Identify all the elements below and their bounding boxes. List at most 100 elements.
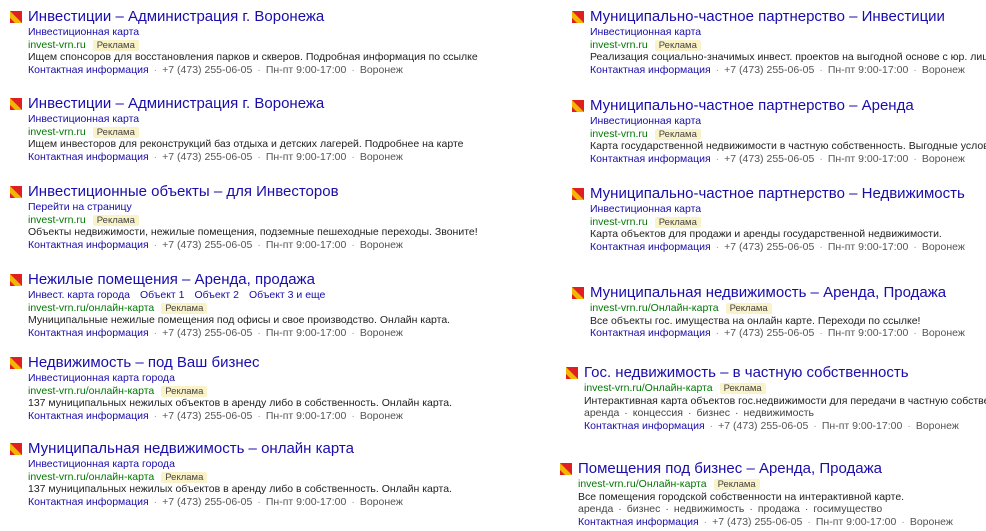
ad-tag[interactable]: концессия — [633, 407, 683, 419]
separator-dot: · — [618, 503, 622, 515]
ad-url[interactable]: invest-vrn.ru — [590, 39, 648, 51]
ad-title-row: Нежилые помещения – Аренда, продажа — [10, 271, 480, 289]
contact-info-link[interactable]: Контактная информация — [28, 64, 149, 76]
sitelink[interactable]: Инвестиционная карта города — [28, 372, 175, 384]
contact-info-link[interactable]: Контактная информация — [590, 64, 711, 76]
contact-info-link[interactable]: Контактная информация — [584, 420, 705, 432]
contact-phone: +7 (473) 255-06-05 — [162, 326, 253, 339]
ad-url[interactable]: invest-vrn.ru — [590, 216, 648, 228]
ad-sitelinks: Инвестиционная карта города — [10, 458, 480, 471]
separator-dot: · — [819, 152, 823, 165]
contact-city: Воронеж — [915, 419, 959, 432]
ad-tag[interactable]: бизнес — [627, 503, 661, 515]
separator-dot: · — [257, 495, 261, 508]
contact-info-link[interactable]: Контактная информация — [590, 327, 711, 339]
ad-tag[interactable]: недвижимость — [744, 407, 814, 419]
separator-dot: · — [153, 409, 158, 422]
sitelink[interactable]: Инвест. карта города — [28, 289, 130, 301]
site-logo-icon — [10, 274, 22, 286]
ad-title-link[interactable]: Инвестиции – Администрация г. Воронежа — [28, 95, 324, 113]
contact-info-link[interactable]: Контактная информация — [28, 151, 149, 163]
ad-description: Карта объектов для продажи и аренды госу… — [590, 228, 942, 240]
ad-title-row: Инвестиции – Администрация г. Воронежа — [10, 8, 480, 26]
ad-url[interactable]: invest-vrn.ru — [590, 128, 648, 140]
ad-block: Инвестиции – Администрация г. Воронежа Ин… — [10, 95, 480, 163]
ad-url[interactable]: invest-vrn.ru/Онлайн-карта — [584, 382, 713, 394]
ad-tag[interactable]: недвижимость — [674, 503, 744, 515]
ad-url[interactable]: invest-vrn.ru/онлайн-карта — [28, 471, 154, 483]
contact-phone: +7 (473) 255-06-05 — [712, 515, 803, 528]
ad-title-link[interactable]: Помещения под бизнес – Аренда, Продажа — [578, 460, 882, 478]
sitelink[interactable]: Инвестиционная карта — [590, 115, 701, 127]
ad-block: Гос. недвижимость – в частную собственно… — [566, 364, 986, 432]
ad-title-link[interactable]: Муниципальная недвижимость – онлайн карт… — [28, 440, 354, 458]
ad-title-link[interactable]: Инвестиции – Администрация г. Воронежа — [28, 8, 324, 26]
separator-dot: · — [804, 503, 809, 515]
ad-title-link[interactable]: Муниципальная недвижимость – Аренда, Про… — [590, 284, 946, 302]
ad-title-link[interactable]: Недвижимость – под Ваш бизнес — [28, 354, 259, 372]
contact-info-link[interactable]: Контактная информация — [590, 241, 711, 253]
separator-dot: · — [257, 63, 261, 76]
contact-info-link[interactable]: Контактная информация — [28, 410, 149, 422]
contact-hours: Пн-пт 9:00-17:00 — [265, 326, 347, 339]
ad-url[interactable]: invest-vrn.ru/Онлайн-карта — [590, 302, 719, 314]
separator-dot: · — [257, 326, 261, 339]
contact-info-link[interactable]: Контактная информация — [28, 327, 149, 339]
sitelink[interactable]: Инвестиционная карта — [590, 203, 701, 215]
ad-description: 137 муниципальных нежилых объектов в аре… — [28, 397, 452, 409]
right-ads-column: Муниципально-частное партнерство – Инвес… — [560, 0, 986, 531]
sitelink[interactable]: Объект 3 и еще — [249, 289, 325, 301]
ad-title-link[interactable]: Гос. недвижимость – в частную собственно… — [584, 364, 909, 382]
contact-phone: +7 (473) 255-06-05 — [162, 495, 253, 508]
separator-dot: · — [703, 515, 708, 528]
ad-description: Ищем инвесторов для реконструкций баз от… — [28, 138, 464, 150]
ad-title-link[interactable]: Муниципально-частное партнерство – Недви… — [590, 185, 965, 203]
sitelink[interactable]: Инвестиционная карта города — [28, 458, 175, 470]
ad-title-row: Инвестиционные объекты – для Инвесторов — [10, 183, 480, 201]
contact-info-link[interactable]: Контактная информация — [578, 516, 699, 528]
ad-url-row: invest-vrn.ru Реклама — [10, 39, 480, 52]
ad-url[interactable]: invest-vrn.ru/Онлайн-карта — [578, 478, 707, 490]
contact-info-link[interactable]: Контактная информация — [28, 239, 149, 251]
ad-block: Муниципально-частное партнерство – Недви… — [572, 185, 986, 253]
ad-tag[interactable]: бизнес — [696, 407, 730, 419]
ad-tag[interactable]: продажа — [758, 503, 800, 515]
separator-dot: · — [913, 327, 917, 339]
contact-city: Воронеж — [359, 326, 403, 339]
ad-title-link[interactable]: Муниципально-частное партнерство – Инвес… — [590, 8, 945, 26]
ad-url[interactable]: invest-vrn.ru/онлайн-карта — [28, 302, 154, 314]
ad-description: Все объекты гос. имущества на онлайн кар… — [590, 314, 921, 327]
contact-info-link[interactable]: Контактная информация — [590, 153, 711, 165]
ad-sitelinks: Инвестиционная карта — [572, 115, 986, 128]
sitelink[interactable]: Объект 2 — [194, 289, 239, 301]
sitelink[interactable]: Инвестиционная карта — [28, 113, 139, 125]
ad-url[interactable]: invest-vrn.ru — [28, 126, 86, 138]
contact-info-link[interactable]: Контактная информация — [28, 496, 149, 508]
ad-sitelinks: Инвестиционная карта города — [10, 372, 480, 385]
ad-url[interactable]: invest-vrn.ru/онлайн-карта — [28, 385, 154, 397]
sitelink[interactable]: Перейти на страницу — [28, 201, 132, 213]
separator-dot: · — [351, 63, 355, 76]
separator-dot: · — [715, 327, 720, 339]
ad-url-row: invest-vrn.ru/онлайн-карта Реклама — [10, 385, 480, 398]
ad-description: Все помещения городской собственности на… — [578, 490, 905, 503]
contact-city: Воронеж — [359, 495, 403, 508]
ad-contact-row: Контактная информация · +7 (473) 255-06-05… — [572, 241, 986, 254]
ad-contact-row: Контактная информация · +7 (473) 255-06-05… — [10, 64, 480, 77]
ad-url-row: invest-vrn.ru Реклама — [10, 214, 480, 227]
separator-dot: · — [807, 515, 811, 528]
ad-title-link[interactable]: Нежилые помещения – Аренда, продажа — [28, 271, 315, 289]
sitelink[interactable]: Инвестиционная карта — [28, 26, 139, 38]
ad-contact-row: Контактная информация · +7 (473) 255-06-05… — [10, 496, 480, 509]
ad-tag[interactable]: аренда — [584, 407, 619, 419]
ad-tag[interactable]: госимущество — [813, 503, 882, 515]
ad-url[interactable]: invest-vrn.ru — [28, 39, 86, 51]
ad-title-link[interactable]: Инвестиционные объекты – для Инвесторов — [28, 183, 339, 201]
ad-tag[interactable]: аренда — [578, 503, 613, 515]
ad-url-row: invest-vrn.ru/Онлайн-карта Реклама — [560, 478, 986, 491]
ad-badge: Реклама — [725, 303, 772, 314]
ad-url[interactable]: invest-vrn.ru — [28, 214, 86, 226]
sitelink[interactable]: Объект 1 — [140, 289, 185, 301]
ad-title-link[interactable]: Муниципально-частное партнерство – Аренд… — [590, 97, 914, 115]
sitelink[interactable]: Инвестиционная карта — [590, 26, 701, 38]
